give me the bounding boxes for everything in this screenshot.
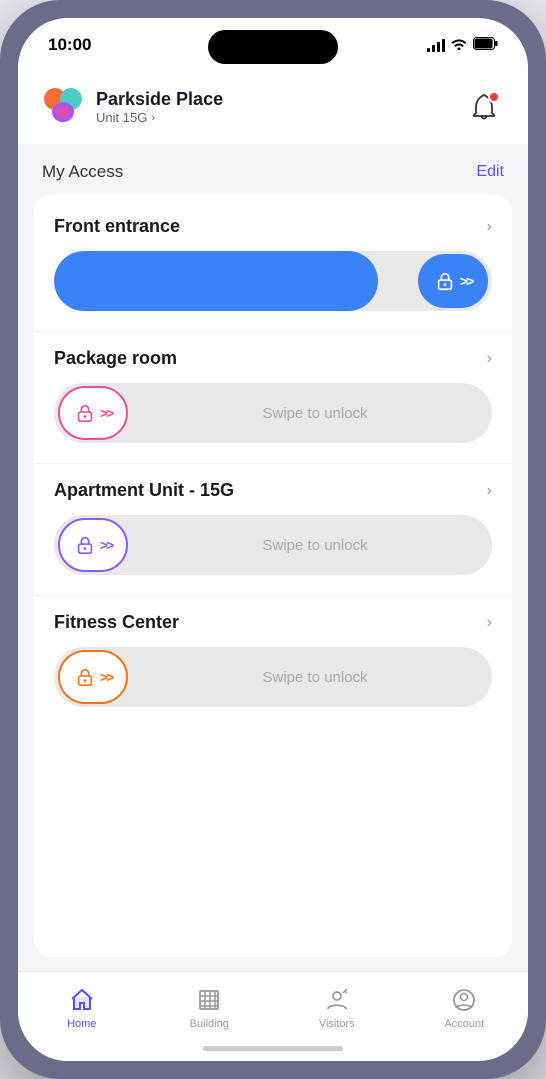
nav-label-home: Home [67,1018,96,1030]
status-time: 10:00 [48,35,91,55]
swipe-text-apartment-unit: Swipe to unlock [262,537,367,554]
status-bar: 10:00 [18,18,528,72]
building-icon [196,987,222,1013]
section-title: My Access [42,162,123,182]
lock-icon-front-entrance [434,270,456,292]
swipe-fill-front-entrance [54,251,378,311]
home-icon [69,987,95,1013]
unit-label[interactable]: Unit 15G › [96,110,223,125]
swipe-handle-fitness-center[interactable]: >> [58,650,128,704]
swipe-track-fitness-center[interactable]: >> Swipe to unlock [54,647,492,707]
section-header: My Access Edit [18,144,528,194]
bottom-nav: Home Building [18,971,528,1061]
header-left: Parkside Place Unit 15G › [42,86,223,128]
swipe-handle-apartment-unit[interactable]: >> [58,518,128,572]
cards-container: Front entrance › >> [34,194,512,957]
chevrons-fitness-center: >> [100,669,112,685]
access-card-front-entrance: Front entrance › >> [34,200,512,332]
swipe-handle-package-room[interactable]: >> [58,386,128,440]
nav-item-visitors[interactable]: Visitors [273,982,401,1030]
card-chevron-apartment-unit: › [487,482,492,500]
card-chevron-package-room: › [487,350,492,368]
battery-icon [473,37,498,53]
access-card-package-room: Package room › >> Swipe to unlock [34,332,512,464]
card-header-package-room[interactable]: Package room › [54,348,492,369]
header-text: Parkside Place Unit 15G › [96,89,223,125]
home-nav-icon [68,986,96,1014]
card-chevron-fitness-center: › [487,614,492,632]
app-header: Parkside Place Unit 15G › [18,72,528,144]
card-title-front-entrance: Front entrance [54,216,180,237]
card-title-fitness-center: Fitness Center [54,612,179,633]
chevrons-apartment-unit: >> [100,537,112,553]
app-logo [42,86,84,128]
building-nav-icon [195,986,223,1014]
dynamic-island [208,30,338,64]
notification-badge [488,91,500,103]
app-content: Parkside Place Unit 15G › [18,72,528,971]
lock-icon-package-room [74,402,96,424]
chevrons-front-entrance: >> [460,273,472,289]
chevrons-package-room: >> [100,405,112,421]
edit-button[interactable]: Edit [476,163,504,181]
app-name: Parkside Place [96,89,223,110]
swipe-track-package-room[interactable]: >> Swipe to unlock [54,383,492,443]
swipe-text-package-room: Swipe to unlock [262,405,367,422]
card-title-package-room: Package room [54,348,177,369]
bottom-spacer [18,957,528,971]
nav-item-home[interactable]: Home [18,982,146,1030]
swipe-text-fitness-center: Swipe to unlock [262,669,367,686]
access-card-apartment-unit: Apartment Unit - 15G › >> Swipe t [34,464,512,596]
home-indicator [203,1046,343,1051]
bell-button[interactable] [464,87,504,127]
nav-label-visitors: Visitors [319,1018,355,1030]
swipe-handle-front-entrance[interactable]: >> [418,254,488,308]
card-header-fitness-center[interactable]: Fitness Center › [54,612,492,633]
status-icons [427,37,498,53]
unit-chevron: › [151,112,155,124]
card-chevron-front-entrance: › [487,218,492,236]
nav-item-building[interactable]: Building [146,982,274,1030]
card-header-apartment-unit[interactable]: Apartment Unit - 15G › [54,480,492,501]
phone-frame: 10:00 [0,0,546,1079]
account-nav-icon [450,986,478,1014]
phone-screen: 10:00 [18,18,528,1061]
swipe-track-front-entrance[interactable]: >> [54,251,492,311]
lock-icon-apartment-unit [74,534,96,556]
access-card-fitness-center: Fitness Center › >> Swipe to unlo [34,596,512,727]
card-title-apartment-unit: Apartment Unit - 15G [54,480,234,501]
wifi-icon [451,37,467,53]
visitors-icon [324,987,350,1013]
nav-label-account: Account [444,1018,484,1030]
nav-item-account[interactable]: Account [401,982,529,1030]
lock-icon-fitness-center [74,666,96,688]
account-icon [451,987,477,1013]
swipe-track-apartment-unit[interactable]: >> Swipe to unlock [54,515,492,575]
card-header-front-entrance[interactable]: Front entrance › [54,216,492,237]
nav-label-building: Building [190,1018,229,1030]
signal-icon [427,38,445,52]
visitors-nav-icon [323,986,351,1014]
